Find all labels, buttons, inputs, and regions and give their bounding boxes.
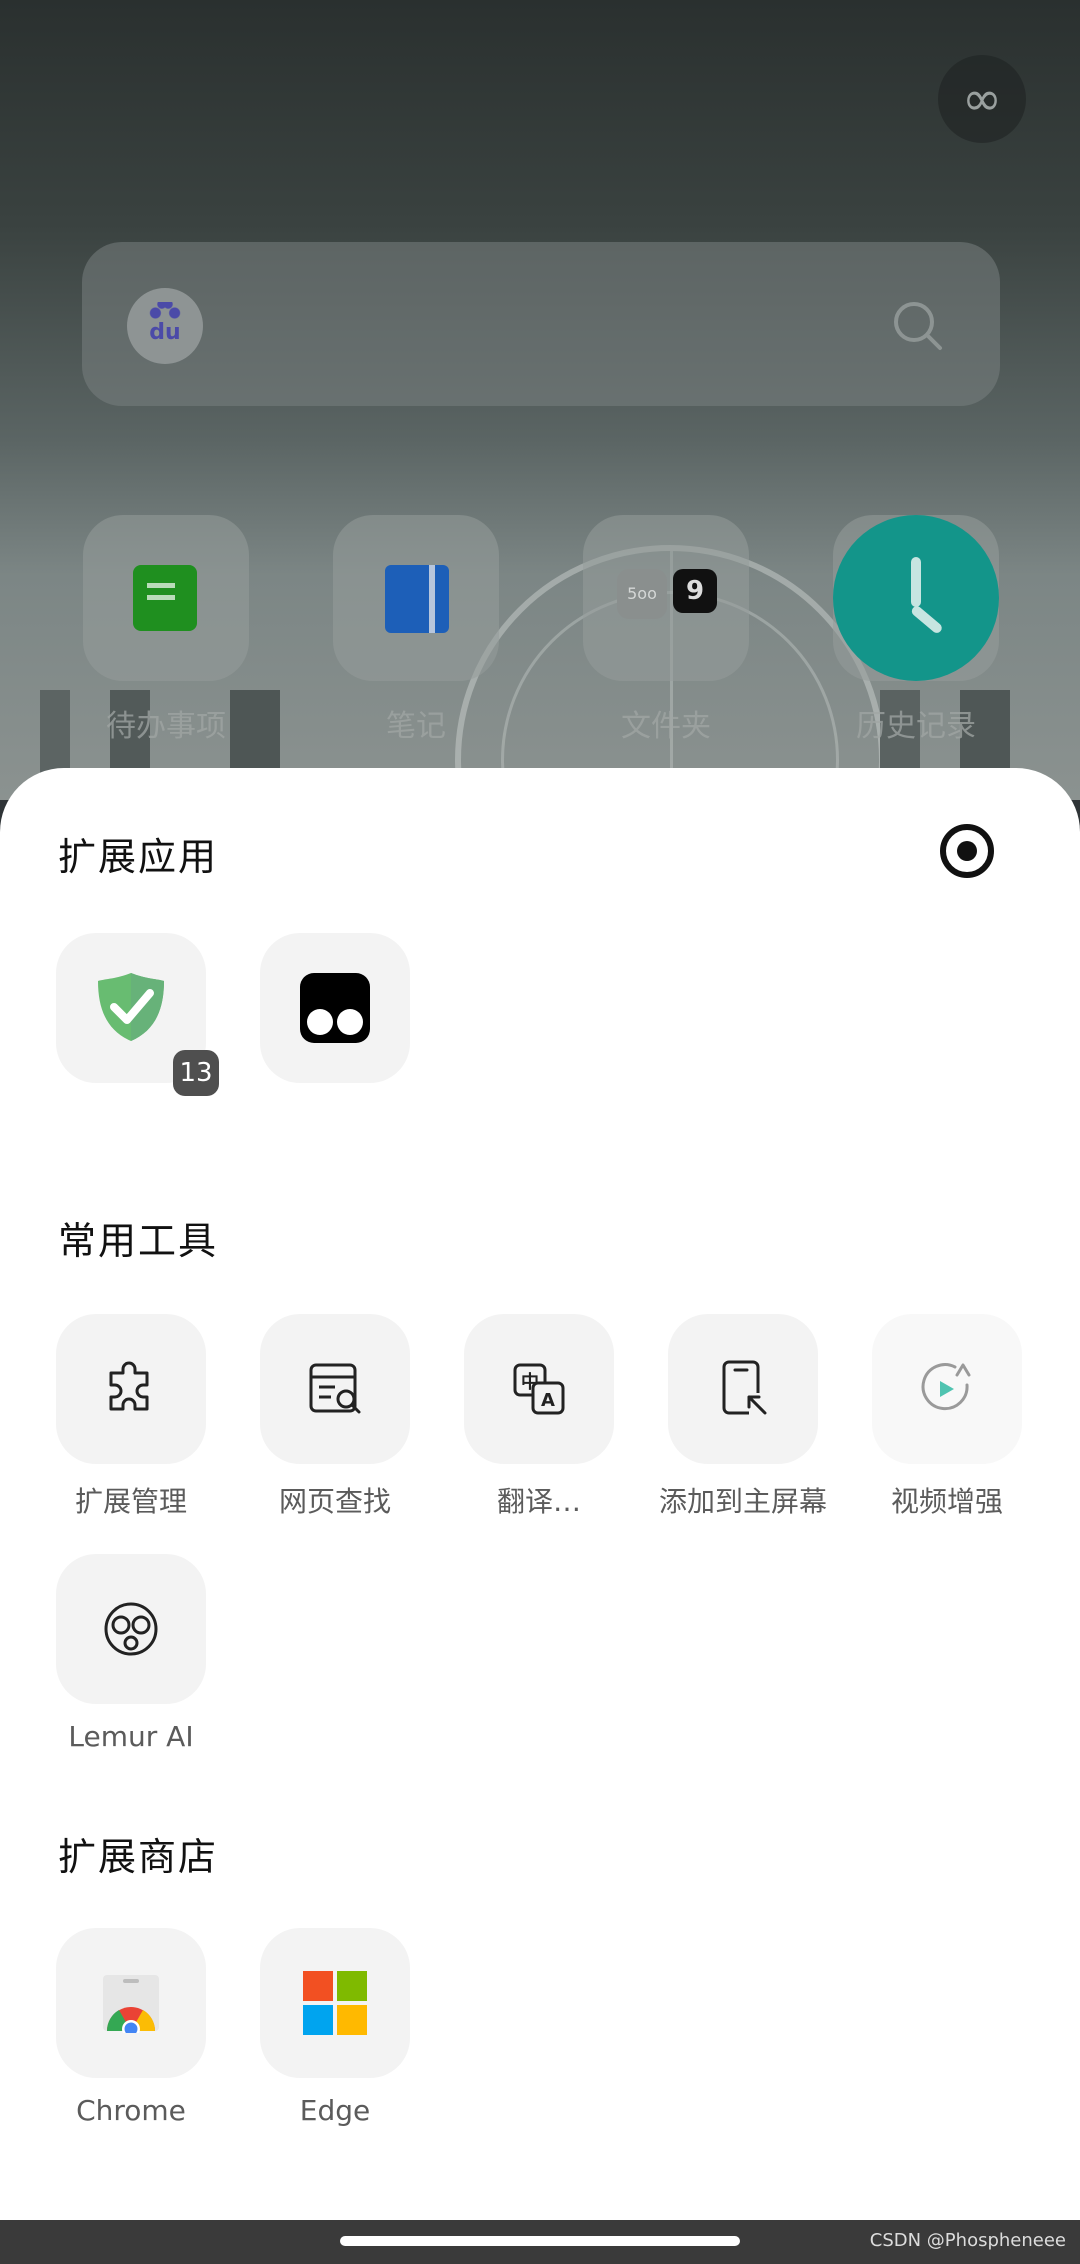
store-tile — [56, 1928, 206, 2078]
quick-link-tile — [333, 515, 499, 681]
quick-link-todo[interactable]: 待办事项 — [83, 515, 249, 745]
extensions-bottom-sheet: 扩展应用 13 常用工具 扩展管理 网页查找 中 A 翻译… 添加到主屏幕 视频… — [0, 768, 1080, 2220]
home-gesture-handle[interactable] — [340, 2236, 740, 2246]
quick-link-tile: 5oo 9 — [583, 515, 749, 681]
translate-icon: 中 A — [513, 1363, 565, 1415]
tool-tile — [56, 1314, 206, 1464]
tampermonkey-icon — [300, 973, 370, 1043]
quick-link-label: 待办事项 — [106, 709, 226, 744]
tool-label: 扩展管理 — [74, 1485, 187, 1518]
tool-tile — [872, 1314, 1022, 1464]
tool-add-to-home[interactable]: 添加到主屏幕 — [659, 1314, 827, 1520]
lemur-ai-icon — [104, 1602, 158, 1656]
todo-icon — [133, 565, 197, 631]
tool-label: 翻译… — [496, 1485, 581, 1518]
tool-label: 网页查找 — [278, 1485, 391, 1518]
tool-find-in-page[interactable]: 网页查找 — [260, 1314, 410, 1520]
edge-store-icon — [303, 1971, 367, 2035]
extension-adguard[interactable]: 13 — [56, 933, 219, 1096]
store-label: Chrome — [76, 2094, 186, 2127]
history-icon — [833, 515, 999, 681]
tool-video-enhance[interactable]: 视频增强 — [872, 1314, 1022, 1520]
tool-extension-manager[interactable]: 扩展管理 — [56, 1314, 206, 1520]
section-title-extension-store: 扩展商店 — [58, 1835, 219, 1879]
store-chrome[interactable]: Chrome — [56, 1928, 206, 2127]
ms-logo-square — [337, 1971, 367, 2001]
extension-tile — [260, 933, 410, 1083]
search-bar[interactable]: du — [82, 242, 1000, 406]
notification-badge: 13 — [173, 1050, 219, 1096]
tool-translate[interactable]: 中 A 翻译… — [464, 1314, 614, 1520]
svg-text:A: A — [541, 1390, 555, 1411]
chrome-store-icon — [103, 1975, 159, 2033]
add-to-home-icon — [722, 1360, 767, 1415]
tool-tile — [56, 1554, 206, 1704]
quick-link-label: 笔记 — [386, 709, 446, 744]
tool-tile — [668, 1314, 818, 1464]
quick-links: 待办事项 笔记 5oo 9 文件夹 历史记录 — [0, 515, 1080, 765]
store-tile — [260, 1928, 410, 2078]
adguard-shield-icon — [98, 973, 164, 1041]
folder-site-icon: 9 — [673, 569, 717, 613]
view-toggle-eye-icon[interactable] — [940, 824, 994, 878]
quick-link-history[interactable]: 历史记录 — [833, 515, 999, 745]
tool-tile — [260, 1314, 410, 1464]
incognito-infinity-button[interactable]: ∞ — [938, 55, 1026, 143]
ms-logo-square — [303, 2005, 333, 2035]
ms-logo-square — [337, 2005, 367, 2035]
find-in-page-icon — [309, 1363, 361, 1414]
tool-label: 视频增强 — [890, 1485, 1003, 1518]
tool-tile: 中 A — [464, 1314, 614, 1464]
section-title-common-tools: 常用工具 — [58, 1219, 219, 1263]
quick-link-folder[interactable]: 5oo 9 文件夹 — [583, 515, 749, 745]
quick-link-tile — [833, 515, 999, 681]
tool-label: 添加到主屏幕 — [658, 1485, 827, 1518]
watermark: CSDN @Phospheneee — [869, 2230, 1066, 2251]
store-label: Edge — [299, 2094, 371, 2127]
quick-link-notes[interactable]: 笔记 — [333, 515, 499, 745]
tool-lemur-ai[interactable]: Lemur AI — [56, 1554, 206, 1753]
section-title-extension-apps: 扩展应用 — [58, 835, 219, 879]
system-navigation-bar: CSDN @Phospheneee — [0, 2220, 1080, 2264]
extension-tampermonkey[interactable] — [260, 933, 410, 1083]
notes-icon — [385, 565, 449, 633]
tool-label: Lemur AI — [68, 1720, 194, 1753]
baidu-logo-icon: du — [127, 288, 203, 364]
puzzle-icon — [109, 1361, 149, 1411]
ms-logo-square — [303, 1971, 333, 2001]
quick-link-label: 历史记录 — [856, 709, 976, 744]
extension-tile: 13 — [56, 933, 219, 1096]
video-enhance-icon — [921, 1363, 971, 1411]
search-icon[interactable] — [890, 298, 946, 354]
store-edge[interactable]: Edge — [260, 1928, 410, 2127]
quick-link-label: 文件夹 — [621, 709, 711, 744]
quick-link-tile — [83, 515, 249, 681]
folder-site-icon: 5oo — [617, 569, 667, 619]
